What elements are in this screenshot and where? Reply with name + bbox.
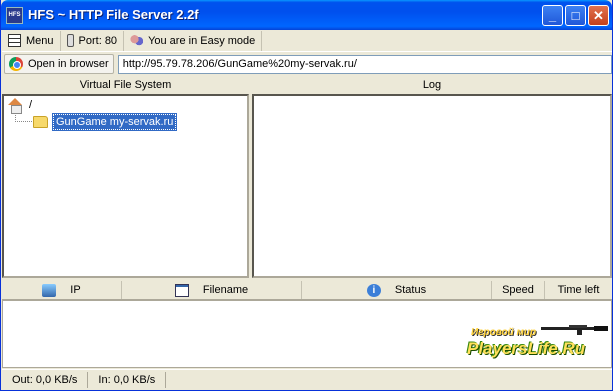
hfs-window: HFS HFS ~ HTTP File Server 2.2f _ □ ✕ Me…	[0, 0, 613, 391]
vfs-tree[interactable]: / GunGame my-servak.ru	[2, 94, 249, 278]
connections-header: IP Filename i Status Speed Time left	[2, 281, 612, 300]
rifle-icon	[541, 325, 608, 335]
watermark-site: PlayersLife.Ru	[467, 339, 586, 358]
users-icon	[130, 34, 144, 47]
column-time-left[interactable]: Time left	[545, 281, 612, 299]
column-speed-label: Speed	[502, 284, 534, 296]
file-icon	[174, 283, 189, 297]
column-ip-label: IP	[70, 284, 81, 296]
tree-item-gungame[interactable]: GunGame my-servak.ru	[33, 113, 178, 131]
out-speed: Out: 0,0 KB/s	[2, 372, 89, 388]
tree-root-label: /	[29, 99, 33, 111]
menu-label: Menu	[26, 34, 54, 47]
open-in-browser-label: Open in browser	[28, 58, 109, 70]
column-status[interactable]: i Status	[302, 281, 492, 299]
log-header: Log	[252, 77, 612, 94]
browser-icon	[9, 57, 23, 71]
tree-item-label: GunGame my-servak.ru	[51, 113, 178, 131]
in-speed: In: 0,0 KB/s	[88, 372, 167, 388]
title-bar[interactable]: HFS HFS ~ HTTP File Server 2.2f _ □ ✕	[1, 0, 612, 30]
log-pane[interactable]	[252, 94, 612, 278]
port-label: Port: 80	[78, 34, 118, 47]
url-field[interactable]	[117, 54, 612, 74]
window-title: HFS ~ HTTP File Server 2.2f	[28, 7, 199, 22]
status-bar: Out: 0,0 KB/s In: 0,0 KB/s	[2, 369, 612, 390]
tree-connector	[15, 121, 32, 122]
tree-root[interactable]: /	[8, 98, 33, 114]
minimize-button[interactable]: _	[542, 5, 563, 26]
open-in-browser-button[interactable]: Open in browser	[4, 54, 114, 74]
mode-button[interactable]: You are in Easy mode	[124, 30, 263, 51]
close-button[interactable]: ✕	[588, 5, 609, 26]
folder-icon	[33, 116, 48, 128]
network-icon	[42, 283, 57, 297]
main-toolbar: Menu Port: 80 You are in Easy mode	[2, 30, 612, 52]
hfs-app-icon: HFS	[6, 7, 23, 24]
plug-icon	[66, 34, 74, 47]
port-button[interactable]: Port: 80	[61, 30, 125, 51]
column-time-left-label: Time left	[557, 284, 600, 296]
column-speed[interactable]: Speed	[492, 281, 545, 299]
column-ip[interactable]: IP	[2, 281, 122, 299]
menu-icon	[8, 34, 21, 47]
url-bar: Open in browser	[2, 53, 612, 75]
vfs-header: Virtual File System	[2, 77, 249, 94]
menu-button[interactable]: Menu	[2, 30, 61, 51]
watermark-logo: Игровой мир PlayersLife.Ru	[449, 323, 611, 367]
mode-label: You are in Easy mode	[148, 34, 256, 47]
column-status-label: Status	[394, 284, 427, 296]
column-filename[interactable]: Filename	[122, 281, 302, 299]
info-icon: i	[366, 283, 381, 297]
watermark-tagline: Игровой мир	[471, 327, 537, 338]
maximize-button[interactable]: □	[565, 5, 586, 26]
column-filename-label: Filename	[202, 284, 249, 296]
home-icon	[8, 98, 23, 114]
